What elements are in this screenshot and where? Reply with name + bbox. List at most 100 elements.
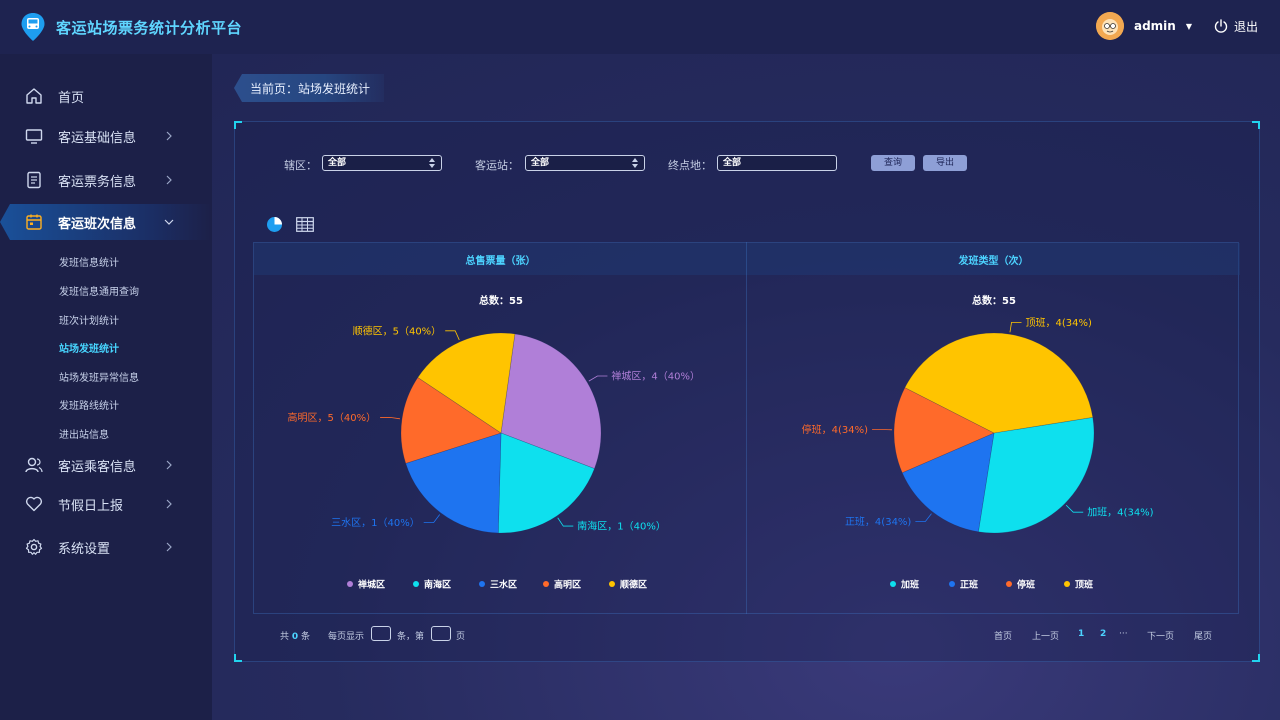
pie-chart-view-icon[interactable] (266, 216, 283, 233)
pie-slice-label: 停班，4(34%) (802, 423, 868, 436)
legend-marker (890, 581, 896, 587)
destination-input-value: 全部 (723, 158, 742, 168)
logo: 客运站场票务统计分析平台 (20, 12, 242, 42)
legend-marker (949, 581, 955, 587)
avatar[interactable] (1095, 12, 1124, 40)
chart-subtitle: 总数：55 (972, 294, 1016, 307)
chart-panel-shift-type: 发班类型（次） 总数：55 加班，4(34%) 正班，4(34%) 停班，4(34%)… (747, 243, 1240, 615)
per-page-input[interactable] (371, 626, 391, 641)
caret-down-icon[interactable]: ▼ (1186, 22, 1192, 31)
pie-slice-label: 禅城区，4（40%） (611, 370, 700, 383)
per-page-prefix: 每页显示 (328, 632, 365, 642)
next-page-link[interactable]: 下一页 (1147, 629, 1174, 642)
legend-marker (543, 581, 549, 587)
export-button[interactable]: 导出 (923, 155, 967, 171)
legend-marker (609, 581, 615, 587)
app-title: 客运站场票务统计分析平台 (56, 18, 243, 37)
pie-label-line (915, 513, 932, 522)
calendar-icon (26, 214, 42, 230)
legend-label[interactable]: 顶班 (1075, 579, 1093, 591)
sidebar-subitem-active[interactable]: 站场发班统计 (59, 340, 119, 355)
sidebar-item-label: 客运乘客信息 (58, 459, 137, 475)
prev-page-link[interactable]: 上一页 (1032, 629, 1059, 642)
legend-marker (1064, 581, 1070, 587)
sidebar-item-basic-info[interactable]: 客运基础信息 (0, 118, 212, 154)
chart-divider (746, 242, 747, 614)
gear-icon (25, 538, 43, 555)
sidebar-subitem[interactable]: 站场发班异常信息 (59, 369, 139, 384)
pie-label-line (1009, 321, 1022, 333)
destination-input[interactable]: 全部 (717, 155, 837, 171)
pie-slice-label: 南海区，1（40%） (577, 520, 666, 533)
query-button[interactable]: 查询 (871, 155, 915, 171)
pie-slice-label: 正班，4(34%) (845, 516, 911, 528)
per-page-mid: 条，第 (397, 632, 425, 642)
legend-label[interactable]: 南海区 (424, 579, 451, 591)
page-2-link[interactable]: 2 (1100, 629, 1106, 639)
page-input[interactable] (431, 626, 451, 641)
user-name[interactable]: admin (1134, 19, 1176, 33)
page-1-link[interactable]: 1 (1078, 629, 1084, 639)
sidebar-item-label: 客运票务信息 (58, 174, 137, 190)
last-page-link[interactable]: 尾页 (1194, 629, 1212, 642)
first-page-link[interactable]: 首页 (994, 629, 1012, 642)
pie-slice[interactable] (978, 417, 1095, 534)
sidebar-item-passenger-info[interactable]: 客运乘客信息 (0, 447, 212, 483)
legend-label[interactable]: 加班 (900, 579, 919, 591)
sidebar-subitem[interactable]: 发班信息统计 (59, 254, 119, 269)
sidebar-item-ticket-info[interactable]: 客运票务信息 (0, 162, 212, 198)
legend-label[interactable]: 顺德区 (620, 579, 647, 591)
legend-label[interactable]: 正班 (960, 579, 978, 591)
legend-label[interactable]: 停班 (1017, 579, 1035, 591)
logout-button[interactable]: 退出 (1214, 18, 1258, 35)
per-page-suffix: 页 (456, 632, 466, 642)
legend-label[interactable]: 高明区 (554, 579, 581, 591)
station-select[interactable]: 全部 (525, 155, 645, 171)
pie-label-line (557, 517, 574, 527)
total-prefix: 共 (280, 632, 290, 642)
legend-marker (479, 581, 485, 587)
sidebar-item-label: 系统设置 (58, 541, 111, 557)
legend-marker (347, 581, 353, 587)
sidebar-item-home[interactable]: 首页 (0, 78, 212, 114)
ellipsis: ··· (1119, 629, 1128, 639)
district-select-value: 全部 (328, 158, 347, 168)
pie-label-line (445, 330, 460, 341)
legend-label[interactable]: 禅城区 (357, 579, 385, 591)
sidebar-item-label: 客运基础信息 (58, 130, 137, 146)
corner-decoration (1252, 121, 1260, 129)
legend-marker (1006, 581, 1012, 587)
pie-slice-label: 顺德区，5（40%） (353, 324, 442, 337)
pie-label-line (423, 514, 441, 523)
bus-pin-icon (21, 13, 45, 41)
corner-decoration (234, 654, 242, 662)
station-label: 客运站： (475, 159, 519, 172)
sidebar-subitem[interactable]: 发班信息通用查询 (59, 283, 139, 298)
top-bar: 客运站场票务统计分析平台 admin ▼ 退出 (0, 0, 1280, 54)
chevron-right-icon (166, 499, 172, 509)
sidebar-subitem[interactable]: 进出站信息 (59, 426, 109, 441)
pie-chart-tickets: 总数：55 禅城区，4（40%） 南海区，1（40%） 三水区，1（40%） 高明区，5… (287, 294, 700, 591)
sidebar-item-schedule-info[interactable]: 客运班次信息 (0, 204, 212, 240)
legend-label[interactable]: 三水区 (490, 579, 517, 591)
heart-icon (25, 496, 43, 512)
home-icon (26, 88, 42, 104)
district-select[interactable]: 全部 (322, 155, 442, 171)
pie-label-line (1065, 504, 1084, 513)
sidebar-item-holiday-report[interactable]: 节假日上报 (0, 486, 212, 522)
table-view-icon[interactable] (296, 217, 314, 232)
sidebar-item-label: 首页 (58, 90, 85, 106)
sidebar-subitem[interactable]: 发班路线统计 (59, 397, 119, 412)
pie-slice-label: 加班，4(34%) (1087, 507, 1153, 519)
chevron-right-icon (166, 542, 172, 552)
sort-arrows-icon (429, 158, 435, 168)
total-count: 共 0 条 (280, 629, 310, 642)
sidebar-item-settings[interactable]: 系统设置 (0, 529, 212, 565)
sidebar-item-label: 客运班次信息 (58, 216, 137, 232)
pie-slice-label: 高明区，5（40%） (287, 411, 376, 424)
users-icon (25, 457, 43, 473)
sidebar-subitem[interactable]: 班次计划统计 (59, 312, 119, 327)
pie-slice-label: 顶班，4(34%) (1026, 317, 1092, 329)
document-icon (27, 171, 41, 189)
user-avatar-icon (1095, 12, 1124, 40)
